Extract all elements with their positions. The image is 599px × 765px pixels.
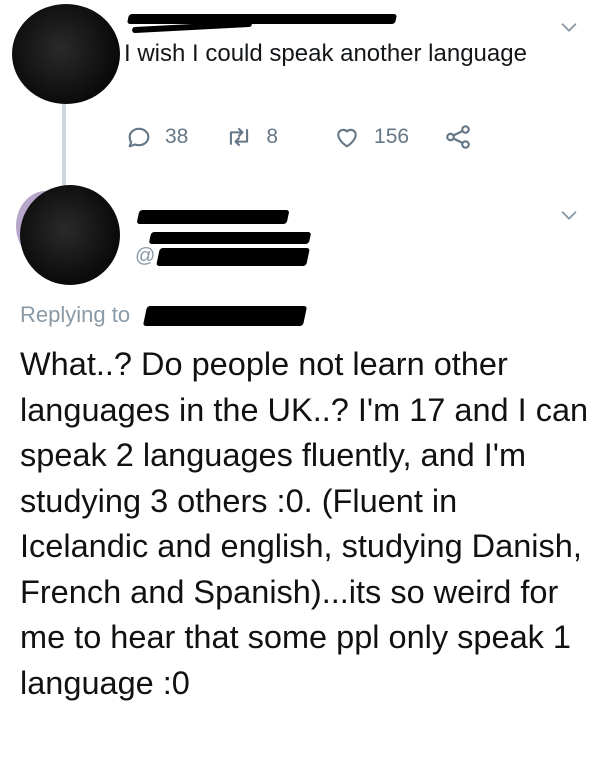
retweet-button[interactable]: 8 <box>224 123 278 151</box>
redacted-handle <box>156 248 310 266</box>
redacted-reply-handle <box>142 306 308 326</box>
chevron-down-icon[interactable] <box>558 16 580 38</box>
redacted-name <box>136 210 290 224</box>
reply-button[interactable]: 38 <box>125 123 188 151</box>
user-handle-prefix: @ <box>135 245 156 267</box>
redacted-scribble <box>148 232 312 244</box>
like-button[interactable]: 156 <box>332 123 409 151</box>
replying-to-label: Replying to <box>20 302 131 327</box>
share-icon <box>443 122 473 152</box>
tweet-text: I wish I could speak another language <box>124 40 527 67</box>
retweet-icon <box>224 123 254 151</box>
reply-count: 38 <box>165 125 189 148</box>
share-button[interactable] <box>443 122 473 152</box>
avatar[interactable] <box>16 185 120 285</box>
chevron-down-icon[interactable] <box>558 204 580 226</box>
avatar[interactable] <box>12 4 120 104</box>
retweet-count: 8 <box>266 125 279 148</box>
redacted-name <box>126 14 398 24</box>
like-count: 156 <box>374 125 410 148</box>
like-icon <box>332 123 362 151</box>
reply-body: What..? Do people not learn other langua… <box>20 346 589 701</box>
thread-line <box>62 96 66 188</box>
reply-icon <box>125 123 153 151</box>
tweet-actions: 38 8 156 <box>125 120 473 154</box>
